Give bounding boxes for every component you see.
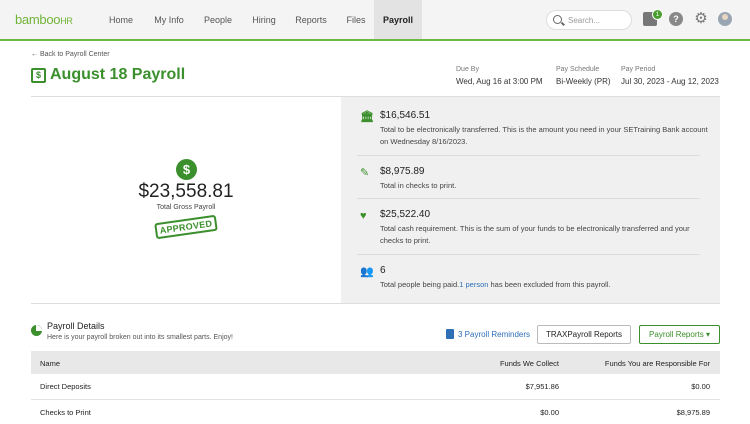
- top-nav: bambooHR Home My Info People Hiring Repo…: [0, 0, 750, 41]
- payroll-reports-label: Payroll Reports: [649, 330, 704, 339]
- pay-period: Pay Period Jul 30, 2023 - Aug 12, 2023: [621, 66, 719, 86]
- caret-down-icon: ▾: [705, 330, 710, 339]
- checks-desc: Total in checks to print.: [380, 181, 457, 190]
- nav-files[interactable]: Files: [337, 0, 375, 39]
- nav-my-info[interactable]: My Info: [146, 0, 192, 39]
- bank-icon: 🏛: [360, 111, 374, 123]
- checks-amount: $8,975.89: [380, 166, 425, 177]
- people-desc: Total people being paid.1 person has bee…: [380, 279, 710, 291]
- people-icon: 👥: [360, 266, 374, 278]
- people-desc-text-end: has been excluded from this payroll.: [488, 280, 611, 289]
- gross-amount: $23,558.81: [138, 181, 234, 202]
- people-desc-text: Total people being paid.: [380, 280, 460, 289]
- gross-label: Total Gross Payroll: [156, 204, 216, 211]
- cash-amount: $25,522.40: [380, 209, 431, 220]
- nav-reports[interactable]: Reports: [288, 0, 334, 39]
- payroll-reminders-link[interactable]: 3 Payroll Reminders: [446, 329, 530, 339]
- calendar-dollar-icon: $: [31, 68, 46, 83]
- people-count: 6: [380, 265, 386, 276]
- search-input[interactable]: Search...: [546, 10, 632, 30]
- check-print-icon: ✎: [360, 167, 370, 179]
- back-to-payroll-center-link[interactable]: ← Back to Payroll Center: [31, 51, 110, 58]
- avatar[interactable]: [718, 12, 732, 26]
- col-funds-responsible: Funds You are Responsible For: [604, 359, 710, 368]
- nav-payroll[interactable]: Payroll: [374, 0, 422, 39]
- row-collect: $0.00: [540, 408, 559, 417]
- inbox-badge: 1: [652, 9, 663, 20]
- divider: [357, 198, 700, 199]
- pay-period-label: Pay Period: [621, 66, 656, 73]
- row-responsible: $0.00: [691, 382, 710, 391]
- pay-schedule-value: Bi-Weekly (PR): [556, 77, 611, 86]
- trax-payroll-reports-button[interactable]: TRAXPayroll Reports: [537, 325, 631, 344]
- help-icon[interactable]: ?: [669, 12, 683, 26]
- row-divider: [31, 399, 720, 400]
- pie-chart-icon: [31, 325, 42, 336]
- transfer-desc: Total to be electronically transferred. …: [380, 125, 708, 146]
- due-by: Due By Wed, Aug 16 at 3:00 PM: [456, 66, 543, 86]
- details-title: Payroll Details: [47, 321, 105, 331]
- details-subtitle: Here is your payroll broken out into its…: [47, 334, 233, 341]
- money-heart-icon: ♥: [360, 210, 367, 222]
- divider: [357, 155, 700, 156]
- cash-desc: Total cash requirement. This is the sum …: [380, 224, 690, 245]
- payroll-reports-dropdown[interactable]: Payroll Reports ▾: [639, 325, 720, 344]
- row-responsible: $8,975.89: [676, 408, 710, 417]
- divider: [31, 303, 720, 304]
- document-icon: [446, 329, 454, 339]
- col-funds-collect: Funds We Collect: [499, 359, 559, 368]
- reminders-label: 3 Payroll Reminders: [458, 330, 531, 339]
- dollar-circle-icon: $: [176, 159, 197, 180]
- pay-period-value: Jul 30, 2023 - Aug 12, 2023: [621, 77, 719, 86]
- due-by-label: Due By: [456, 66, 479, 73]
- due-by-value: Wed, Aug 16 at 3:00 PM: [456, 77, 543, 86]
- nav-home[interactable]: Home: [100, 0, 142, 39]
- col-name: Name: [40, 359, 61, 368]
- gear-icon[interactable]: ⚙: [694, 11, 708, 26]
- nav-people[interactable]: People: [196, 0, 240, 39]
- excluded-person-link[interactable]: 1 person: [459, 280, 488, 289]
- row-name: Direct Deposits: [40, 382, 91, 391]
- pay-schedule: Pay Schedule Bi-Weekly (PR): [556, 66, 611, 86]
- pay-schedule-label: Pay Schedule: [556, 66, 600, 73]
- row-name: Checks to Print: [40, 408, 91, 417]
- transfer-amount: $16,546.51: [380, 110, 431, 121]
- search-placeholder: Search...: [568, 16, 601, 25]
- nav-hiring[interactable]: Hiring: [244, 0, 284, 39]
- page-title: August 18 Payroll: [50, 66, 186, 83]
- divider: [357, 254, 700, 255]
- search-icon: [553, 15, 562, 24]
- bamboohr-logo[interactable]: bambooHR: [15, 12, 73, 27]
- row-collect: $7,951.86: [525, 382, 559, 391]
